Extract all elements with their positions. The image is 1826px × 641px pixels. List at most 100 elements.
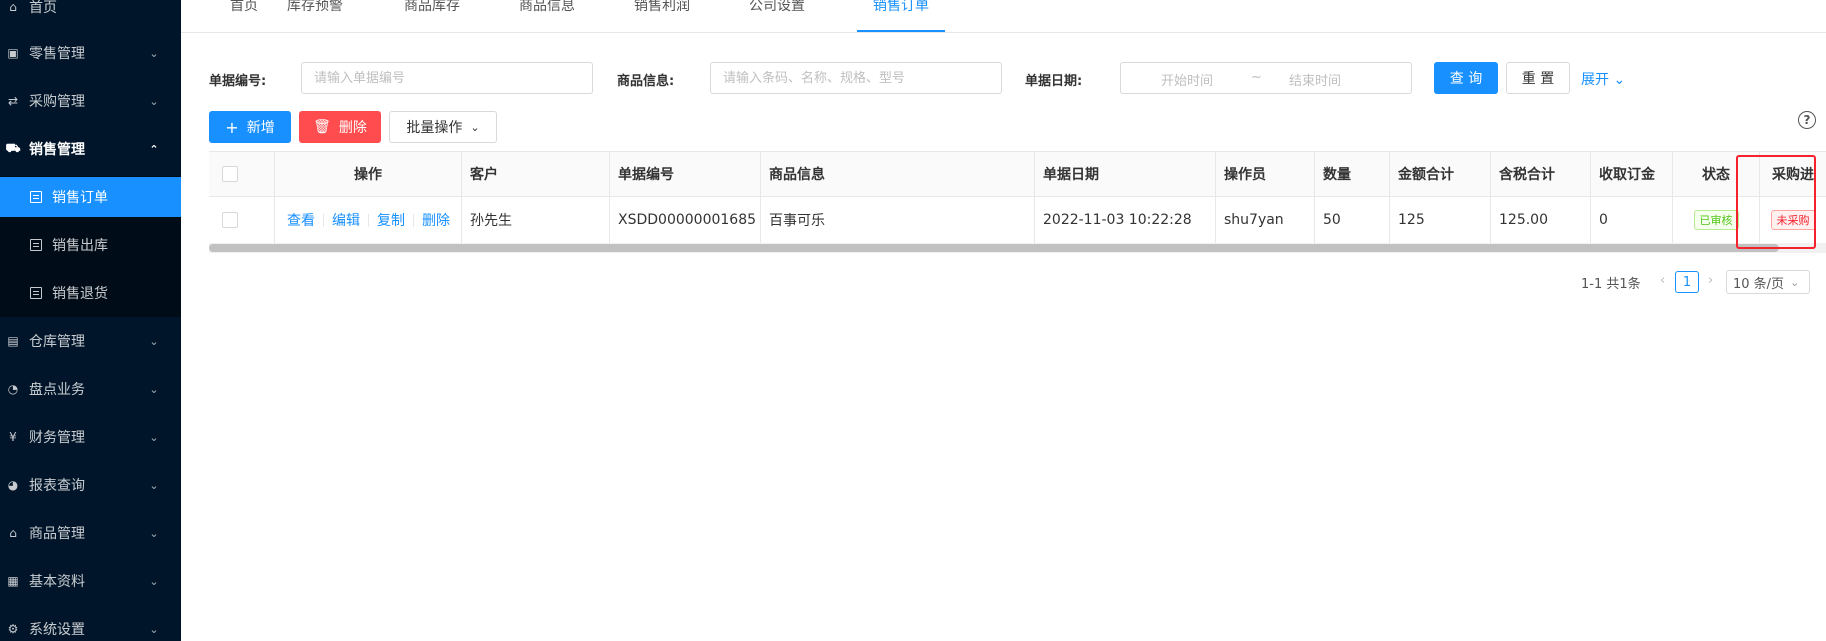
warehouse-icon: ▤ [7, 334, 19, 348]
chevron-down-icon: ⌄ [1613, 72, 1626, 88]
view-link[interactable]: 查看 [287, 210, 315, 230]
file-icon [30, 287, 42, 299]
sidebar-item-finance[interactable]: ¥ 财务管理 ⌄ [0, 416, 181, 458]
select-all-cell [209, 152, 275, 196]
chevron-down-icon: ⌄ [149, 478, 159, 492]
col-bill-date: 单据日期 [1035, 152, 1216, 196]
row-quantity: 50 [1315, 197, 1390, 243]
money-icon: ¥ [9, 430, 17, 444]
copy-link[interactable]: 复制 [377, 210, 405, 230]
sidebar-item-sales[interactable]: ⛟ 销售管理 ⌃ [0, 128, 181, 170]
date-range-separator: ~ [1251, 70, 1262, 85]
col-amount: 金额合计 [1390, 152, 1491, 196]
row-checkbox[interactable] [222, 212, 238, 228]
sidebar: ⌂ 首页 ▣ 零售管理 ⌄ ⇄ 采购管理 ⌄ ⛟ 销售管理 ⌃ 销售订单 销售出… [0, 0, 181, 641]
chevron-down-icon: ⌄ [149, 430, 159, 444]
sidebar-subitem-sales-order[interactable]: 销售订单 [0, 177, 181, 217]
swap-icon: ⇄ [7, 94, 19, 108]
col-operator: 操作员 [1216, 152, 1315, 196]
sidebar-item-home[interactable]: ⌂ 首页 [0, 0, 181, 28]
col-tax-amount: 含税合计 [1491, 152, 1591, 196]
sidebar-item-inventory[interactable]: ◔ 盘点业务 ⌄ [0, 368, 181, 410]
batch-operation-button[interactable]: 批量操作 ⌄ [389, 111, 497, 143]
date-range-picker[interactable]: 开始时间 ~ 结束时间 [1120, 62, 1412, 94]
reset-button[interactable]: 重 置 [1506, 62, 1570, 94]
add-button[interactable]: + 新增 [209, 111, 291, 143]
app: ⌂ 首页 ▣ 零售管理 ⌄ ⇄ 采购管理 ⌄ ⛟ 销售管理 ⌃ 销售订单 销售出… [0, 0, 1826, 641]
next-page-icon[interactable]: › [1708, 273, 1713, 288]
trash-icon: 🗑 [313, 119, 331, 135]
plus-icon: + [225, 117, 239, 137]
table-header: 操作 客户 单据编号 商品信息 单据日期 操作员 数量 金额合计 含税合计 收取… [209, 151, 1826, 197]
row-operator: shu7yan [1216, 197, 1315, 243]
row-deposit: 0 [1591, 197, 1673, 243]
chevron-down-icon: ⌄ [149, 574, 159, 588]
row-bill-no: XSDD00000001685 [610, 197, 761, 243]
setting-icon: ⚙ [7, 622, 19, 636]
tab-home[interactable]: 首页 [224, 0, 264, 32]
chevron-down-icon: ⌄ [149, 526, 159, 540]
tab-bar: 首页 库存预警 商品库存 商品信息 销售利润 公司设置 销售订单 [181, 0, 1826, 33]
select-all-checkbox[interactable] [222, 166, 238, 182]
sidebar-item-retail[interactable]: ▣ 零售管理 ⌄ [0, 32, 181, 74]
row-amount: 125 [1390, 197, 1491, 243]
gift-icon: ▣ [7, 46, 19, 60]
sidebar-subitem-sales-return[interactable]: 销售退货 [0, 273, 181, 313]
row-tax-amount: 125.00 [1491, 197, 1591, 243]
delete-button[interactable]: 🗑 删除 [299, 111, 381, 143]
row-customer: 孙先生 [462, 197, 610, 243]
chevron-up-icon: ⌃ [149, 142, 159, 156]
tab-sales-order[interactable]: 销售订单 [857, 0, 945, 32]
sidebar-item-reports[interactable]: ◕ 报表查询 ⌄ [0, 464, 181, 506]
chevron-down-icon: ⌄ [149, 334, 159, 348]
sidebar-subitem-sales-out[interactable]: 销售出库 [0, 225, 181, 265]
dashboard-icon: ◔ [7, 382, 19, 396]
cart-icon: ⛟ [5, 141, 21, 155]
col-customer: 客户 [462, 152, 610, 196]
expand-link[interactable]: 展开 ⌄ [1581, 69, 1625, 89]
col-goods-info: 商品信息 [761, 152, 1035, 196]
help-icon[interactable]: ? [1798, 111, 1816, 129]
horizontal-scrollbar[interactable] [209, 244, 1779, 252]
query-button[interactable]: 查 询 [1434, 62, 1498, 94]
pie-chart-icon: ◕ [7, 478, 19, 492]
pagination-total: 1-1 共1条 [1581, 277, 1641, 292]
bill-no-input[interactable] [301, 62, 593, 94]
date-start-input[interactable]: 开始时间 [1161, 70, 1213, 89]
bill-no-label: 单据编号: [209, 74, 267, 89]
sidebar-item-system[interactable]: ⚙ 系统设置 ⌄ [0, 608, 181, 641]
tab-stock-alert[interactable]: 库存预警 [279, 0, 351, 32]
edit-link[interactable]: 编辑 [332, 210, 360, 230]
bill-date-label: 单据日期: [1025, 74, 1083, 89]
row-select-cell [209, 197, 275, 243]
status-badge: 已审核 [1693, 210, 1739, 230]
col-quantity: 数量 [1315, 152, 1390, 196]
tab-sales-profit[interactable]: 销售利润 [626, 0, 698, 32]
chevron-down-icon: ⌄ [149, 46, 159, 60]
chevron-down-icon: ⌄ [149, 622, 159, 636]
file-icon [30, 239, 42, 251]
tab-goods-stock[interactable]: 商品库存 [396, 0, 468, 32]
chevron-down-icon: ⌄ [149, 382, 159, 396]
file-icon [30, 191, 42, 203]
tab-company-settings[interactable]: 公司设置 [741, 0, 813, 32]
row-actions: 查看 编辑 复制 删除 [275, 197, 462, 243]
prev-page-icon[interactable]: ‹ [1660, 273, 1665, 288]
page-size-select[interactable]: 10 条/页 ⌄ [1726, 270, 1810, 294]
chevron-down-icon: ⌄ [470, 120, 480, 134]
chevron-down-icon: ⌄ [149, 94, 159, 108]
sidebar-item-goods[interactable]: ⌂ 商品管理 ⌄ [0, 512, 181, 554]
grid-icon: ▦ [7, 574, 19, 588]
goods-info-input[interactable] [710, 62, 1002, 94]
sidebar-item-warehouse[interactable]: ▤ 仓库管理 ⌄ [0, 320, 181, 362]
goods-info-label: 商品信息: [617, 74, 675, 89]
row-goods-info: 百事可乐 [761, 197, 1035, 243]
date-end-input[interactable]: 结束时间 [1289, 70, 1341, 89]
sidebar-item-basic[interactable]: ▦ 基本资料 ⌄ [0, 560, 181, 602]
tab-goods-info[interactable]: 商品信息 [511, 0, 583, 32]
col-actions: 操作 [275, 152, 462, 196]
sidebar-item-purchase[interactable]: ⇄ 采购管理 ⌄ [0, 80, 181, 122]
delete-link[interactable]: 删除 [422, 210, 450, 230]
col-bill-no: 单据编号 [610, 152, 761, 196]
page-number-1[interactable]: 1 [1675, 271, 1699, 293]
